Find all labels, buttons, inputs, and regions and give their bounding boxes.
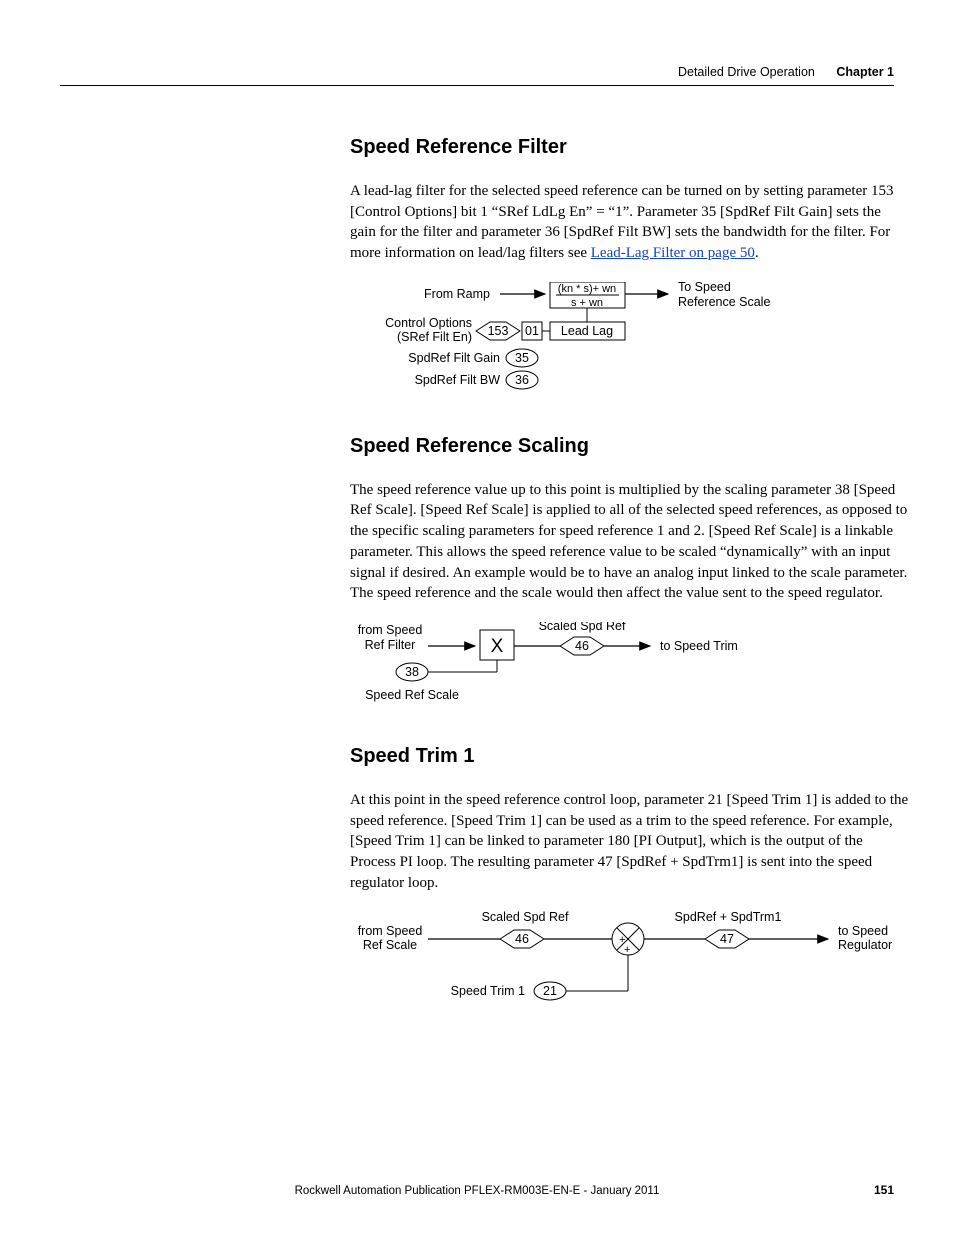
page-number: 151	[874, 1183, 894, 1197]
d1-filt-bw: SpdRef Filt BW	[415, 373, 501, 387]
page-header: Detailed Drive Operation Chapter 1	[60, 65, 894, 86]
d1-b01: 01	[525, 324, 539, 338]
d3-ref-scale: Ref Scale	[363, 938, 417, 952]
d2-p46: 46	[575, 639, 589, 653]
d3-p46: 46	[515, 932, 529, 946]
d3-spdref-spdtrm1: SpdRef + SpdTrm1	[675, 911, 782, 924]
d2-x: X	[491, 636, 504, 657]
diagram-scaling: from Speed Ref Filter X Scaled Spd Ref 4…	[350, 622, 910, 725]
d3-plus-bottom: +	[624, 944, 630, 956]
d1-p153: 153	[488, 324, 509, 338]
section-body-scaling: The speed reference value up to this poi…	[350, 480, 910, 604]
d1-tf-den: s + wn	[571, 297, 603, 309]
diagram-trim: Scaled Spd Ref SpdRef + SpdTrm1 from Spe…	[350, 911, 910, 1024]
diagram-filter-svg: From Ramp (kn * s)+ wn s + wn To Speed R…	[350, 282, 910, 402]
d1-p36: 36	[515, 373, 529, 387]
d1-control-options: Control Options	[385, 316, 472, 330]
lead-lag-link[interactable]: Lead-Lag Filter on page 50	[591, 245, 755, 261]
breadcrumb: Detailed Drive Operation	[678, 65, 815, 79]
section-title-trim: Speed Trim 1	[350, 745, 910, 768]
d3-p47: 47	[720, 932, 734, 946]
section-title-filter: Speed Reference Filter	[350, 136, 910, 159]
d1-to-speed: To Speed	[678, 282, 731, 294]
d1-from-ramp: From Ramp	[424, 287, 490, 301]
d3-p21: 21	[543, 984, 557, 998]
d1-tf-num: (kn * s)+ wn	[558, 283, 616, 295]
d1-sref-filt-en: (SRef Filt En)	[397, 330, 472, 344]
footer-text: Rockwell Automation Publication PFLEX-RM…	[0, 1185, 954, 1197]
d2-ref-filter: Ref Filter	[365, 638, 416, 652]
d2-to-speed-trim: to Speed Trim	[660, 639, 738, 653]
d2-scaled-spd-ref: Scaled Spd Ref	[539, 622, 626, 633]
d2-from-speed: from Speed	[358, 623, 423, 637]
d3-scaled-spd-ref: Scaled Spd Ref	[482, 911, 569, 924]
d2-p38: 38	[405, 665, 419, 679]
d1-p35: 35	[515, 351, 529, 365]
chapter-label: Chapter 1	[836, 65, 894, 79]
section-body-filter: A lead-lag filter for the selected speed…	[350, 181, 910, 264]
diagram-trim-svg: Scaled Spd Ref SpdRef + SpdTrm1 from Spe…	[350, 911, 910, 1021]
diagram-filter: From Ramp (kn * s)+ wn s + wn To Speed R…	[350, 282, 910, 405]
d3-to-speed: to Speed	[838, 924, 888, 938]
d1-ref-scale: Reference Scale	[678, 295, 770, 309]
d1-lead-lag: Lead Lag	[561, 324, 613, 338]
d3-from-speed: from Speed	[358, 924, 423, 938]
d1-filt-gain: SpdRef Filt Gain	[408, 351, 500, 365]
d2-speed-ref-scale: Speed Ref Scale	[365, 688, 459, 702]
filter-body-tail: .	[755, 245, 759, 261]
section-title-scaling: Speed Reference Scaling	[350, 435, 910, 458]
diagram-scaling-svg: from Speed Ref Filter X Scaled Spd Ref 4…	[350, 622, 910, 722]
section-body-trim: At this point in the speed reference con…	[350, 790, 910, 893]
d3-regulator: Regulator	[838, 938, 892, 952]
d3-speed-trim-1: Speed Trim 1	[451, 984, 525, 998]
